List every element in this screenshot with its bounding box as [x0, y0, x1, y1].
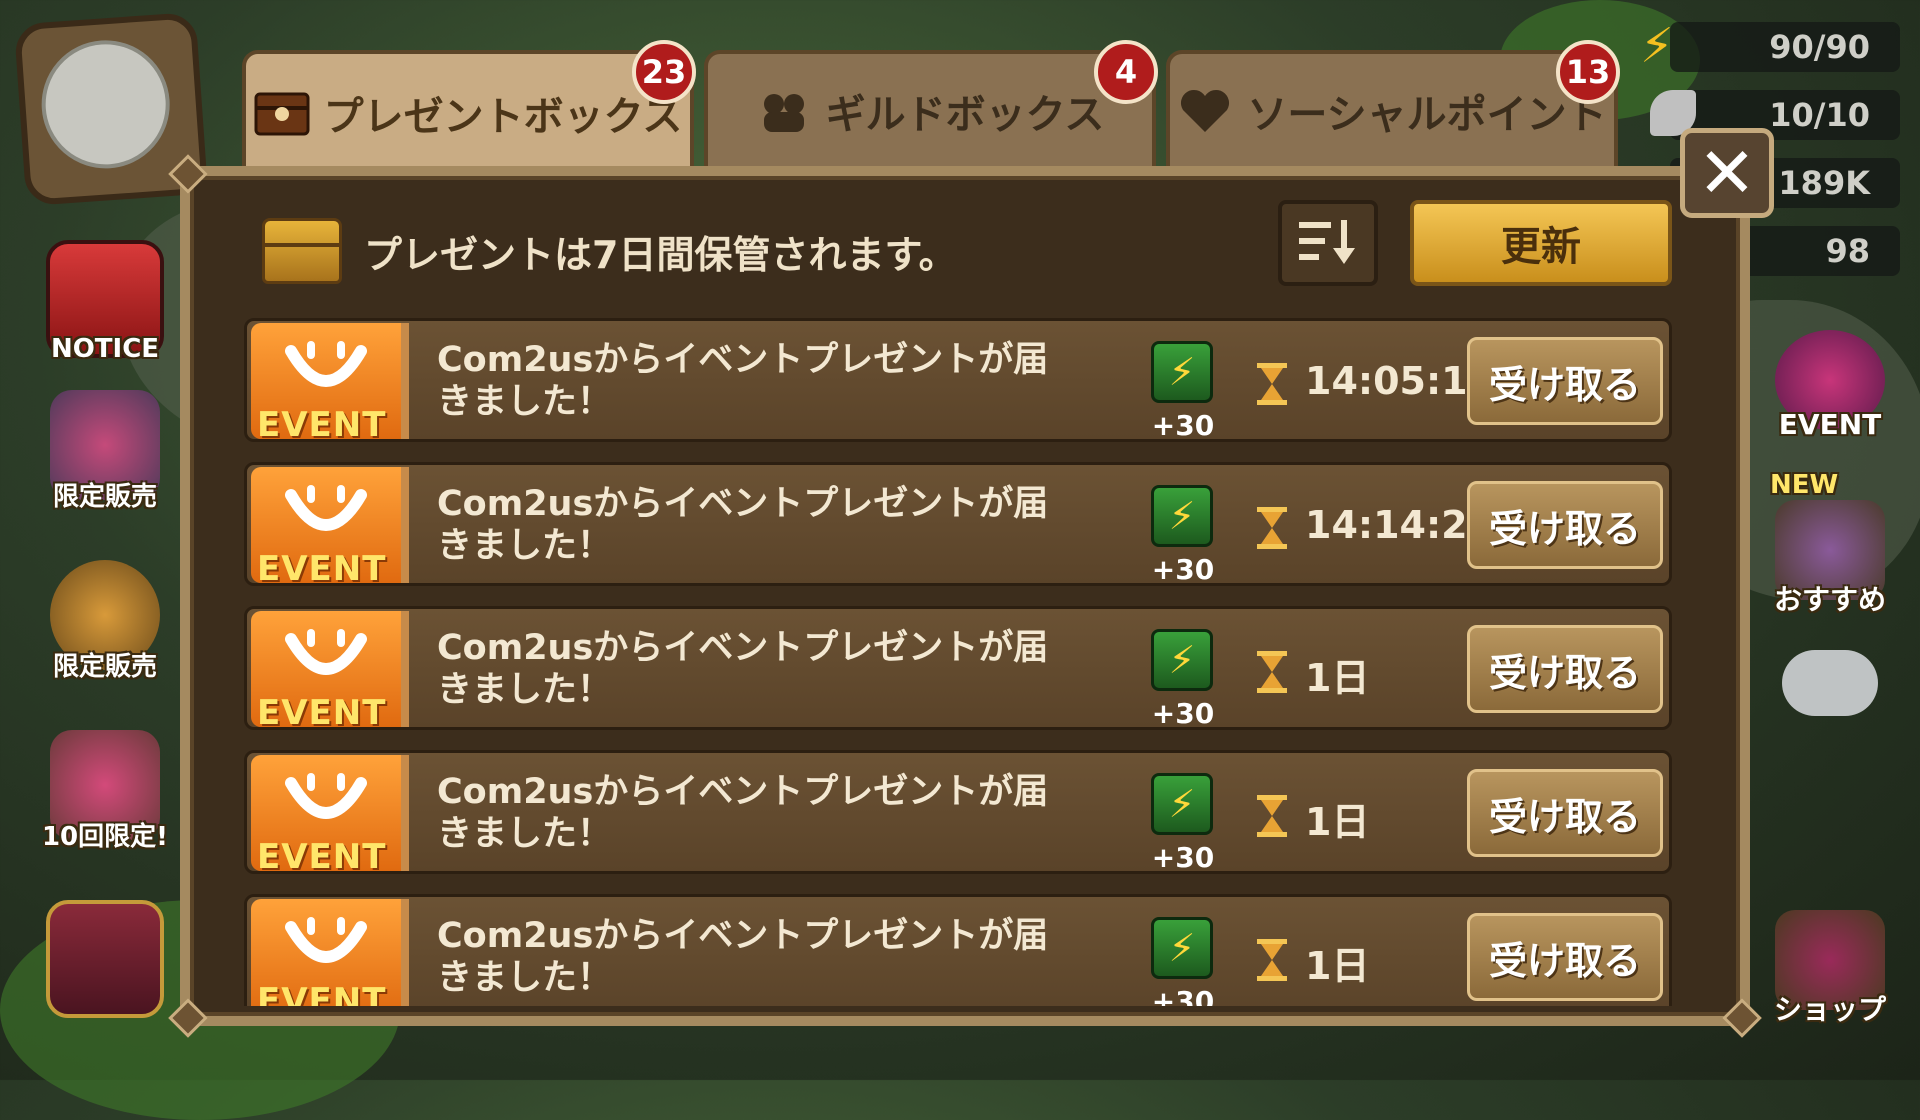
reward-quantity: +30: [1151, 841, 1215, 874]
present-message: Com2usからイベントプレゼントが届きました！: [437, 772, 1049, 854]
claim-button[interactable]: 受け取る: [1467, 625, 1663, 713]
tab-label: プレゼントボックス: [323, 94, 683, 140]
reward-quantity: +30: [1151, 697, 1215, 730]
present-message: Com2usからイベントプレゼントが届きました！: [437, 484, 1049, 566]
expiry-timer: 1日: [1305, 944, 1370, 988]
hourglass-icon: [1257, 795, 1287, 837]
tab-badge: 23: [632, 40, 696, 104]
event-button[interactable]: EVENT: [1760, 330, 1900, 441]
hourglass-icon: [1257, 363, 1287, 405]
mana-value: 189K: [1778, 164, 1870, 202]
tab-present-box[interactable]: プレゼントボックス 23: [242, 40, 696, 172]
event-icon: EVENT: [251, 611, 409, 727]
avatar-portrait: [37, 36, 174, 173]
new-tag: NEW: [1770, 470, 1839, 500]
present-list[interactable]: EVENT Com2usからイベントプレゼントが届きました！ ⚡ +30 14:…: [244, 318, 1674, 1006]
present-row: EVENT Com2usからイベントプレゼントが届きました！ ⚡ +30 1日 …: [244, 750, 1672, 874]
energy-icon: ⚡: [1640, 18, 1674, 74]
guild-icon: [756, 87, 812, 135]
battle-flag-icon: [46, 900, 164, 1018]
sort-icon: [1299, 220, 1355, 264]
reward-quantity: +30: [1151, 409, 1215, 442]
close-icon: ✕: [1697, 132, 1757, 214]
hourglass-icon: [1257, 507, 1287, 549]
notice-text: プレゼントは7日間保管されます。: [364, 232, 957, 277]
smile-icon: [285, 341, 367, 387]
refresh-label: 更新: [1501, 224, 1581, 270]
treasure-chest-icon: [262, 218, 342, 284]
event-icon: EVENT: [251, 323, 409, 439]
storage-notice: プレゼントは7日間保管されます。: [262, 214, 957, 288]
energy-icon: ⚡: [1151, 341, 1213, 403]
energy-icon: ⚡: [1151, 917, 1213, 979]
expiry-timer: 14:14:27: [1305, 503, 1495, 547]
hourglass-icon: [1257, 651, 1287, 693]
claim-button[interactable]: 受け取る: [1467, 337, 1663, 425]
recommend-button[interactable]: NEW おすすめ: [1760, 470, 1900, 618]
event-icon: EVENT: [251, 467, 409, 583]
claim-button[interactable]: 受け取る: [1467, 769, 1663, 857]
crystal-value: 98: [1825, 232, 1870, 270]
shop-button[interactable]: ショップ: [1760, 910, 1900, 1028]
limited-sale-scroll-button[interactable]: 限定販売: [30, 560, 180, 683]
smile-icon: [285, 773, 367, 819]
present-row: EVENT Com2usからイベントプレゼントが届きました！ ⚡ +30 1日 …: [244, 606, 1672, 730]
present-message: Com2usからイベントプレゼントが届きました！: [437, 628, 1049, 710]
expiry-timer: 1日: [1305, 656, 1370, 700]
sort-button[interactable]: [1278, 200, 1378, 286]
smile-icon: [285, 485, 367, 531]
claim-button[interactable]: 受け取る: [1467, 913, 1663, 1001]
refresh-button[interactable]: 更新: [1410, 200, 1672, 286]
present-row: EVENT Com2usからイベントプレゼントが届きました！ ⚡ +30 14:…: [244, 462, 1672, 586]
reward-quantity: +30: [1151, 985, 1215, 1006]
tab-label: ソーシャルポイント: [1247, 92, 1607, 138]
close-button[interactable]: ✕: [1680, 128, 1774, 218]
tab-badge: 13: [1556, 40, 1620, 104]
gamepad-icon: [1782, 650, 1878, 716]
limited-sale-button[interactable]: 限定販売: [30, 390, 180, 513]
event-icon: EVENT: [251, 899, 409, 1006]
energy-icon: ⚡: [1151, 629, 1213, 691]
smile-icon: [285, 629, 367, 675]
crystal-pack-button[interactable]: 10回限定!: [30, 730, 180, 853]
present-row: EVENT Com2usからイベントプレゼントが届きました！ ⚡ +30 1日 …: [244, 894, 1672, 1006]
gamepad-button[interactable]: [1760, 650, 1900, 716]
wing-value: 10/10: [1769, 96, 1870, 134]
expiry-timer: 14:05:10: [1305, 359, 1495, 403]
energy-icon: ⚡: [1151, 773, 1213, 835]
tab-guild-box[interactable]: ギルドボックス 4: [704, 40, 1158, 168]
claim-button[interactable]: 受け取る: [1467, 481, 1663, 569]
present-message: Com2usからイベントプレゼントが届きました！: [437, 340, 1049, 422]
smile-icon: [285, 917, 367, 963]
notice-button[interactable]: NOTICE: [30, 240, 180, 364]
energy-value: 90/90: [1769, 28, 1870, 66]
present-box-icon: [254, 89, 310, 137]
reward-quantity: +30: [1151, 553, 1215, 586]
tab-badge: 4: [1094, 40, 1158, 104]
energy-counter: 90/90: [1670, 22, 1900, 72]
energy-icon: ⚡: [1151, 485, 1213, 547]
battle-button[interactable]: [30, 900, 180, 1018]
tab-label: ギルドボックス: [825, 92, 1105, 138]
corner-ornament: [1722, 998, 1762, 1038]
expiry-timer: 1日: [1305, 800, 1370, 844]
heart-icon: [1177, 87, 1233, 135]
tab-social-point[interactable]: ソーシャルポイント 13: [1166, 40, 1620, 168]
present-message: Com2usからイベントプレゼントが届きました！: [437, 916, 1049, 998]
event-icon: EVENT: [251, 755, 409, 871]
hourglass-icon: [1257, 939, 1287, 981]
present-row: EVENT Com2usからイベントプレゼントが届きました！ ⚡ +30 14:…: [244, 318, 1672, 442]
